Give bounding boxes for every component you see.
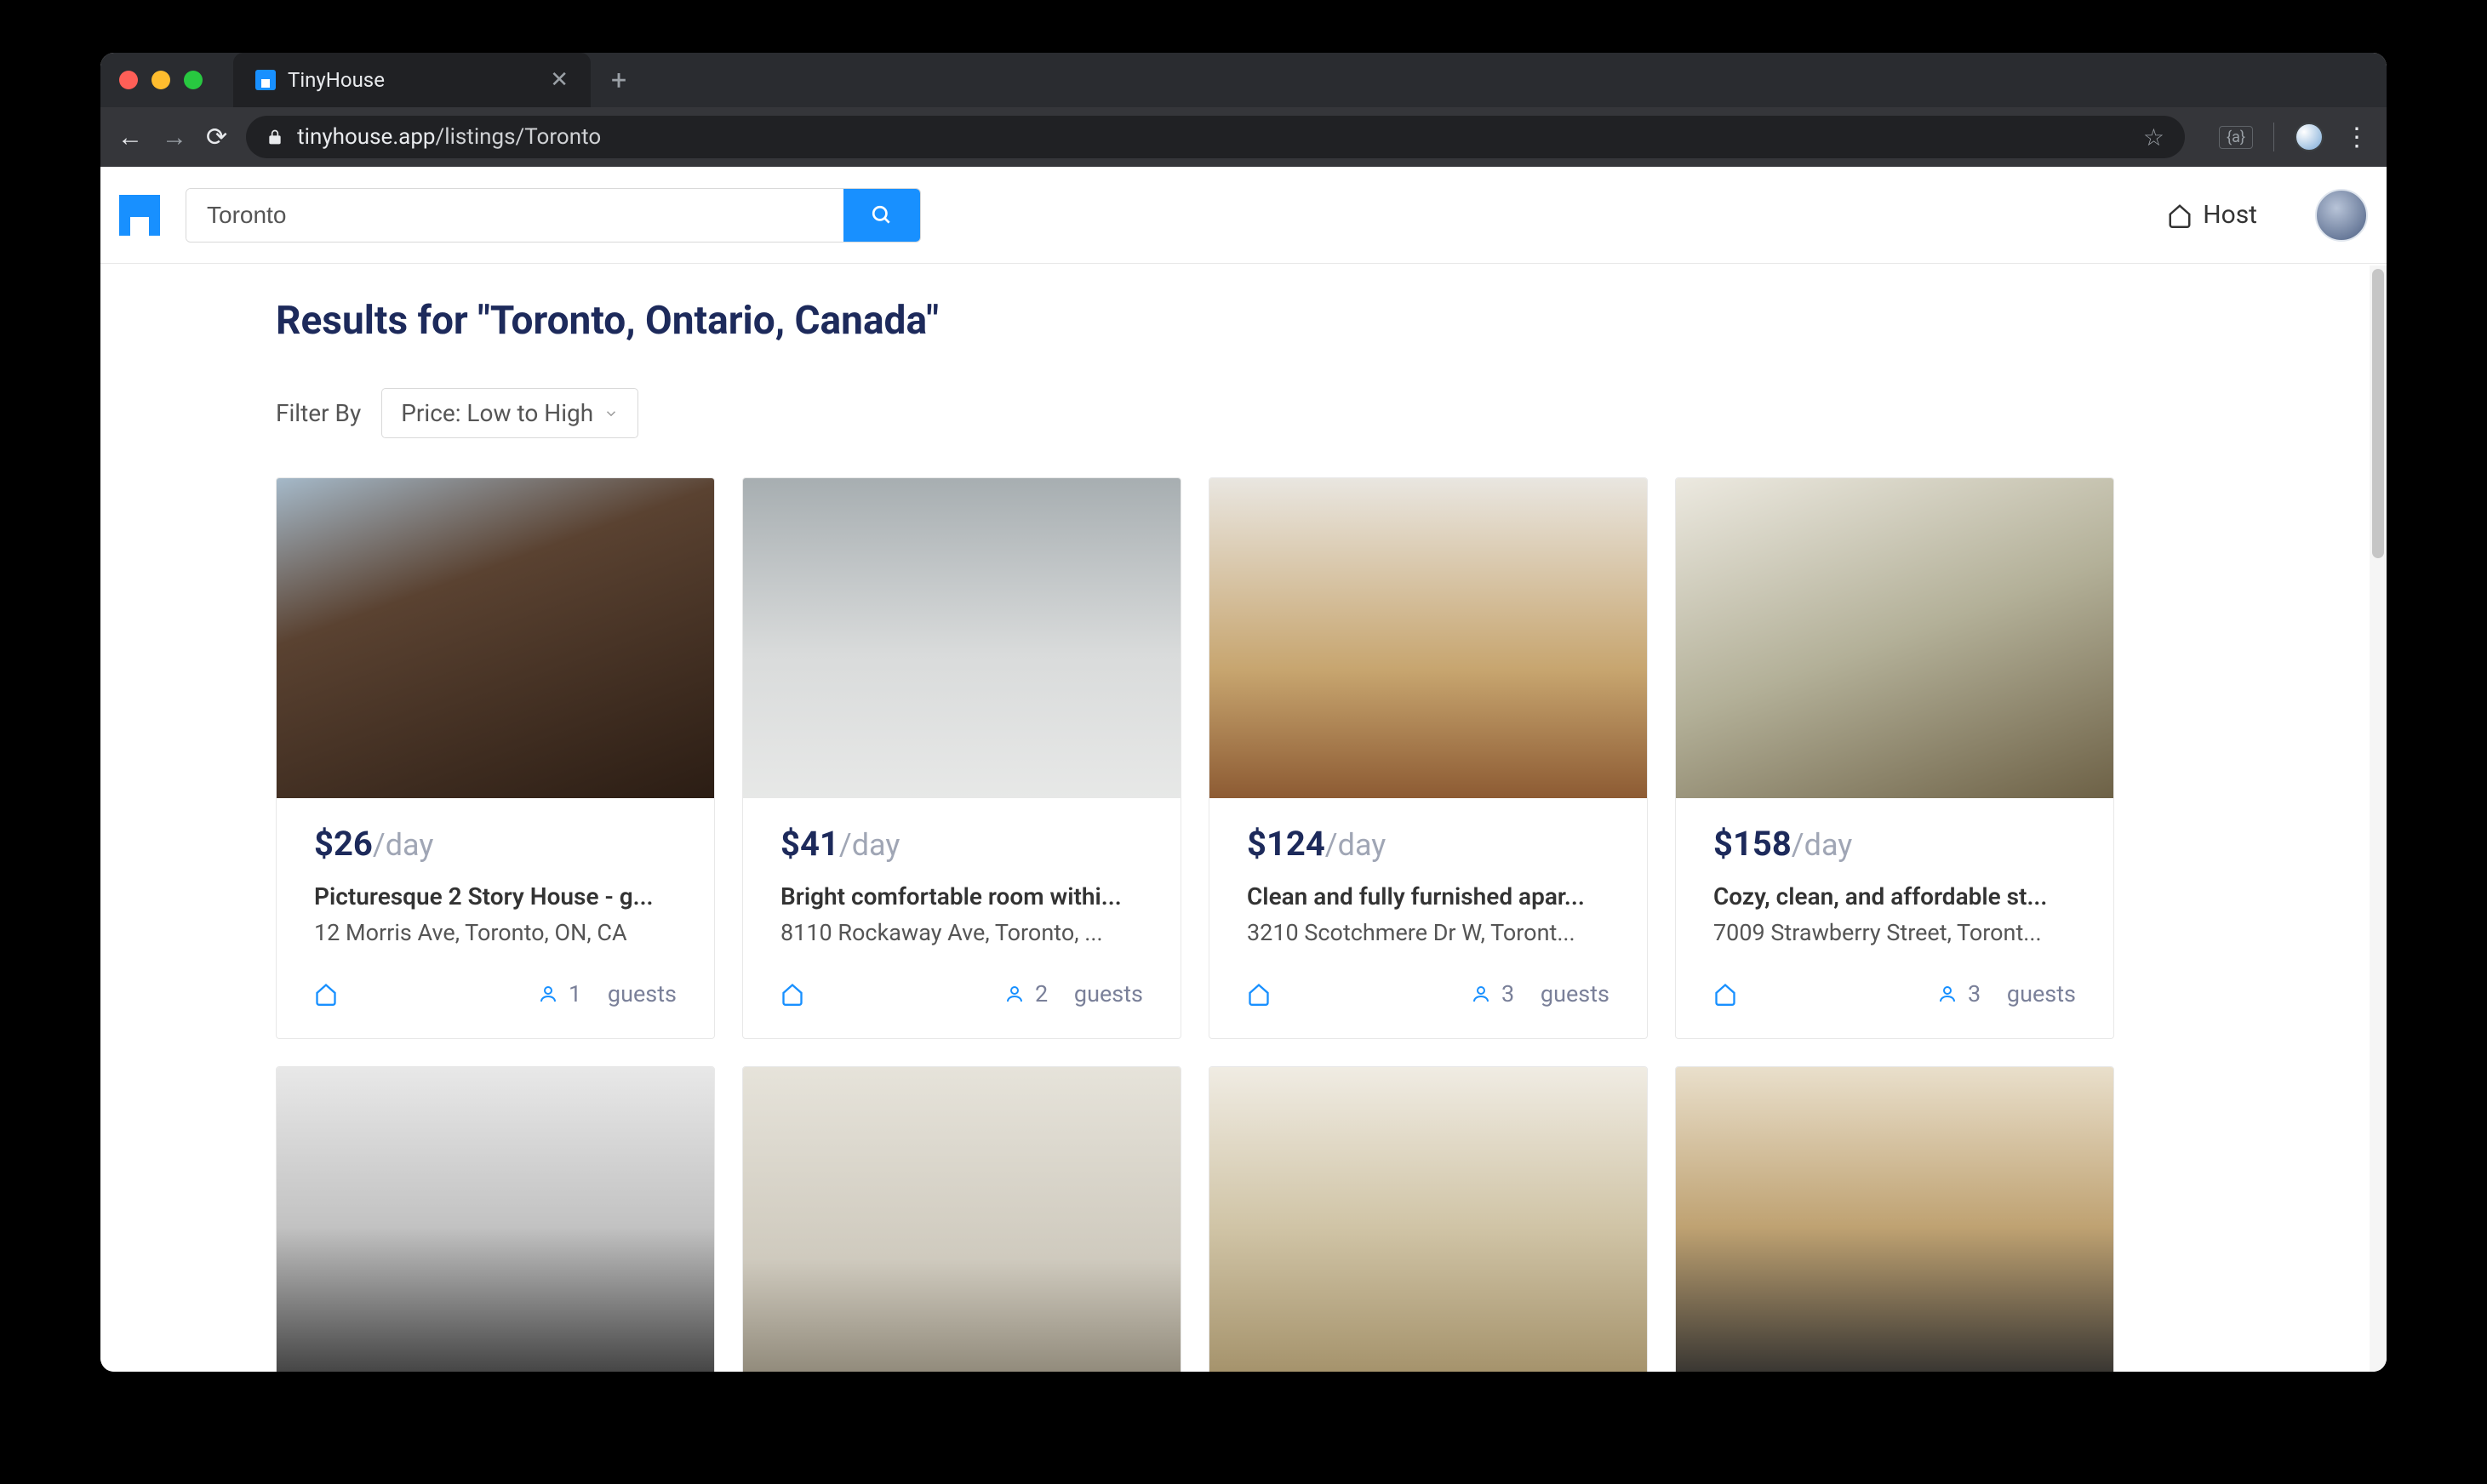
toolbar-actions: {a} ⋮: [2219, 123, 2370, 152]
listing-price: $26: [314, 824, 373, 864]
star-icon[interactable]: ☆: [2143, 123, 2164, 151]
titlebar: TinyHouse ✕ +: [100, 53, 2387, 107]
back-button[interactable]: ←: [117, 123, 143, 152]
listing-image: [1209, 1067, 1647, 1372]
user-icon: [1471, 984, 1491, 1004]
tab-close-icon[interactable]: ✕: [550, 67, 569, 93]
listing-card[interactable]: $158/day Cozy, clean, and affordable st.…: [1675, 477, 2114, 1039]
home-icon: [2167, 203, 2193, 228]
listing-title: Bright comfortable room withi...: [780, 882, 1143, 910]
price-suffix: /day: [839, 827, 900, 863]
url-bar: ← → ⟳ tinyhouse.app/listings/Toronto ☆ {…: [100, 107, 2387, 167]
home-icon: [1713, 982, 1737, 1006]
listing-image: [1676, 1067, 2113, 1372]
listing-image: [277, 478, 714, 798]
search-wrap: [186, 188, 921, 243]
home-icon: [314, 982, 338, 1006]
results-content: Results for "Toronto, Ontario, Canada" F…: [100, 264, 2387, 1372]
listing-address: 8110 Rockaway Ave, Toronto, ...: [780, 919, 1143, 946]
search-icon: [871, 204, 893, 226]
guests-label: 3 guests: [1937, 980, 2076, 1007]
listings-grid: $26/day Picturesque 2 Story House - g...…: [276, 477, 2211, 1372]
window-controls: [119, 71, 203, 89]
home-icon: [780, 982, 804, 1006]
listing-card[interactable]: $26/day Picturesque 2 Story House - g...…: [276, 477, 715, 1039]
divider: [2273, 123, 2274, 151]
listing-card[interactable]: $41/day Bright comfortable room withi...…: [742, 477, 1181, 1039]
results-title: Results for "Toronto, Ontario, Canada": [276, 298, 2211, 344]
tab-title: TinyHouse: [288, 68, 538, 92]
favicon-icon: [255, 70, 276, 90]
user-avatar[interactable]: [2315, 189, 2368, 242]
scroll-thumb[interactable]: [2372, 269, 2384, 558]
menu-icon[interactable]: ⋮: [2344, 123, 2370, 152]
listing-price: $158: [1713, 824, 1792, 864]
filter-select[interactable]: Price: Low to High: [381, 388, 638, 438]
listing-card[interactable]: [742, 1066, 1181, 1372]
user-icon: [1937, 984, 1958, 1004]
address-bar[interactable]: tinyhouse.app/listings/Toronto ☆: [246, 116, 2185, 158]
search-input[interactable]: [186, 189, 843, 242]
listing-title: Cozy, clean, and affordable st...: [1713, 882, 2076, 910]
listing-image: [1676, 478, 2113, 798]
listing-card[interactable]: $124/day Clean and fully furnished apar.…: [1209, 477, 1648, 1039]
listing-address: 3210 Scotchmere Dr W, Toront...: [1247, 919, 1609, 946]
maximize-icon[interactable]: [184, 71, 203, 89]
listing-image: [277, 1067, 714, 1372]
filter-row: Filter By Price: Low to High: [276, 388, 2211, 438]
header-right: Host: [2167, 189, 2368, 242]
user-icon: [538, 984, 558, 1004]
listing-price: $41: [780, 824, 839, 864]
price-suffix: /day: [1325, 827, 1386, 863]
listing-image: [1209, 478, 1647, 798]
listing-card[interactable]: [1675, 1066, 2114, 1372]
lock-icon: [266, 128, 283, 146]
guests-label: 3 guests: [1471, 980, 1609, 1007]
filter-label: Filter By: [276, 399, 361, 427]
browser-window: TinyHouse ✕ + ← → ⟳ tinyhouse.app/listin…: [100, 53, 2387, 1372]
price-suffix: /day: [1792, 827, 1853, 863]
new-tab-button[interactable]: +: [611, 64, 626, 96]
minimize-icon[interactable]: [152, 71, 170, 89]
search-button[interactable]: [843, 189, 920, 242]
listing-title: Picturesque 2 Story House - g...: [314, 882, 677, 910]
user-icon: [1004, 984, 1025, 1004]
chevron-down-icon: [603, 406, 619, 421]
page-content: Host Results for "Toronto, Ontario, Cana…: [100, 167, 2387, 1372]
listing-address: 7009 Strawberry Street, Toront...: [1713, 919, 2076, 946]
listing-card[interactable]: [276, 1066, 715, 1372]
guests-label: 2 guests: [1004, 980, 1143, 1007]
listing-address: 12 Morris Ave, Toronto, ON, CA: [314, 919, 677, 946]
host-link[interactable]: Host: [2167, 200, 2257, 230]
listing-price: $124: [1247, 824, 1325, 864]
url-text: tinyhouse.app/listings/Toronto: [297, 124, 601, 150]
app-header: Host: [100, 167, 2387, 264]
listing-title: Clean and fully furnished apar...: [1247, 882, 1609, 910]
app-logo-icon[interactable]: [119, 195, 160, 236]
listing-image: [743, 1067, 1181, 1372]
reload-button[interactable]: ⟳: [206, 123, 227, 152]
scrollbar[interactable]: [2370, 265, 2387, 1372]
browser-tab[interactable]: TinyHouse ✕: [233, 53, 591, 107]
listing-card[interactable]: [1209, 1066, 1648, 1372]
filter-value: Price: Low to High: [401, 399, 593, 427]
extension-chip[interactable]: {a}: [2219, 126, 2253, 149]
home-icon: [1247, 982, 1271, 1006]
price-suffix: /day: [373, 827, 434, 863]
listing-image: [743, 478, 1181, 798]
host-label: Host: [2203, 200, 2257, 230]
forward-button[interactable]: →: [162, 123, 187, 152]
guests-label: 1 guests: [538, 980, 677, 1007]
close-icon[interactable]: [119, 71, 138, 89]
profile-avatar-icon[interactable]: [2295, 123, 2324, 151]
